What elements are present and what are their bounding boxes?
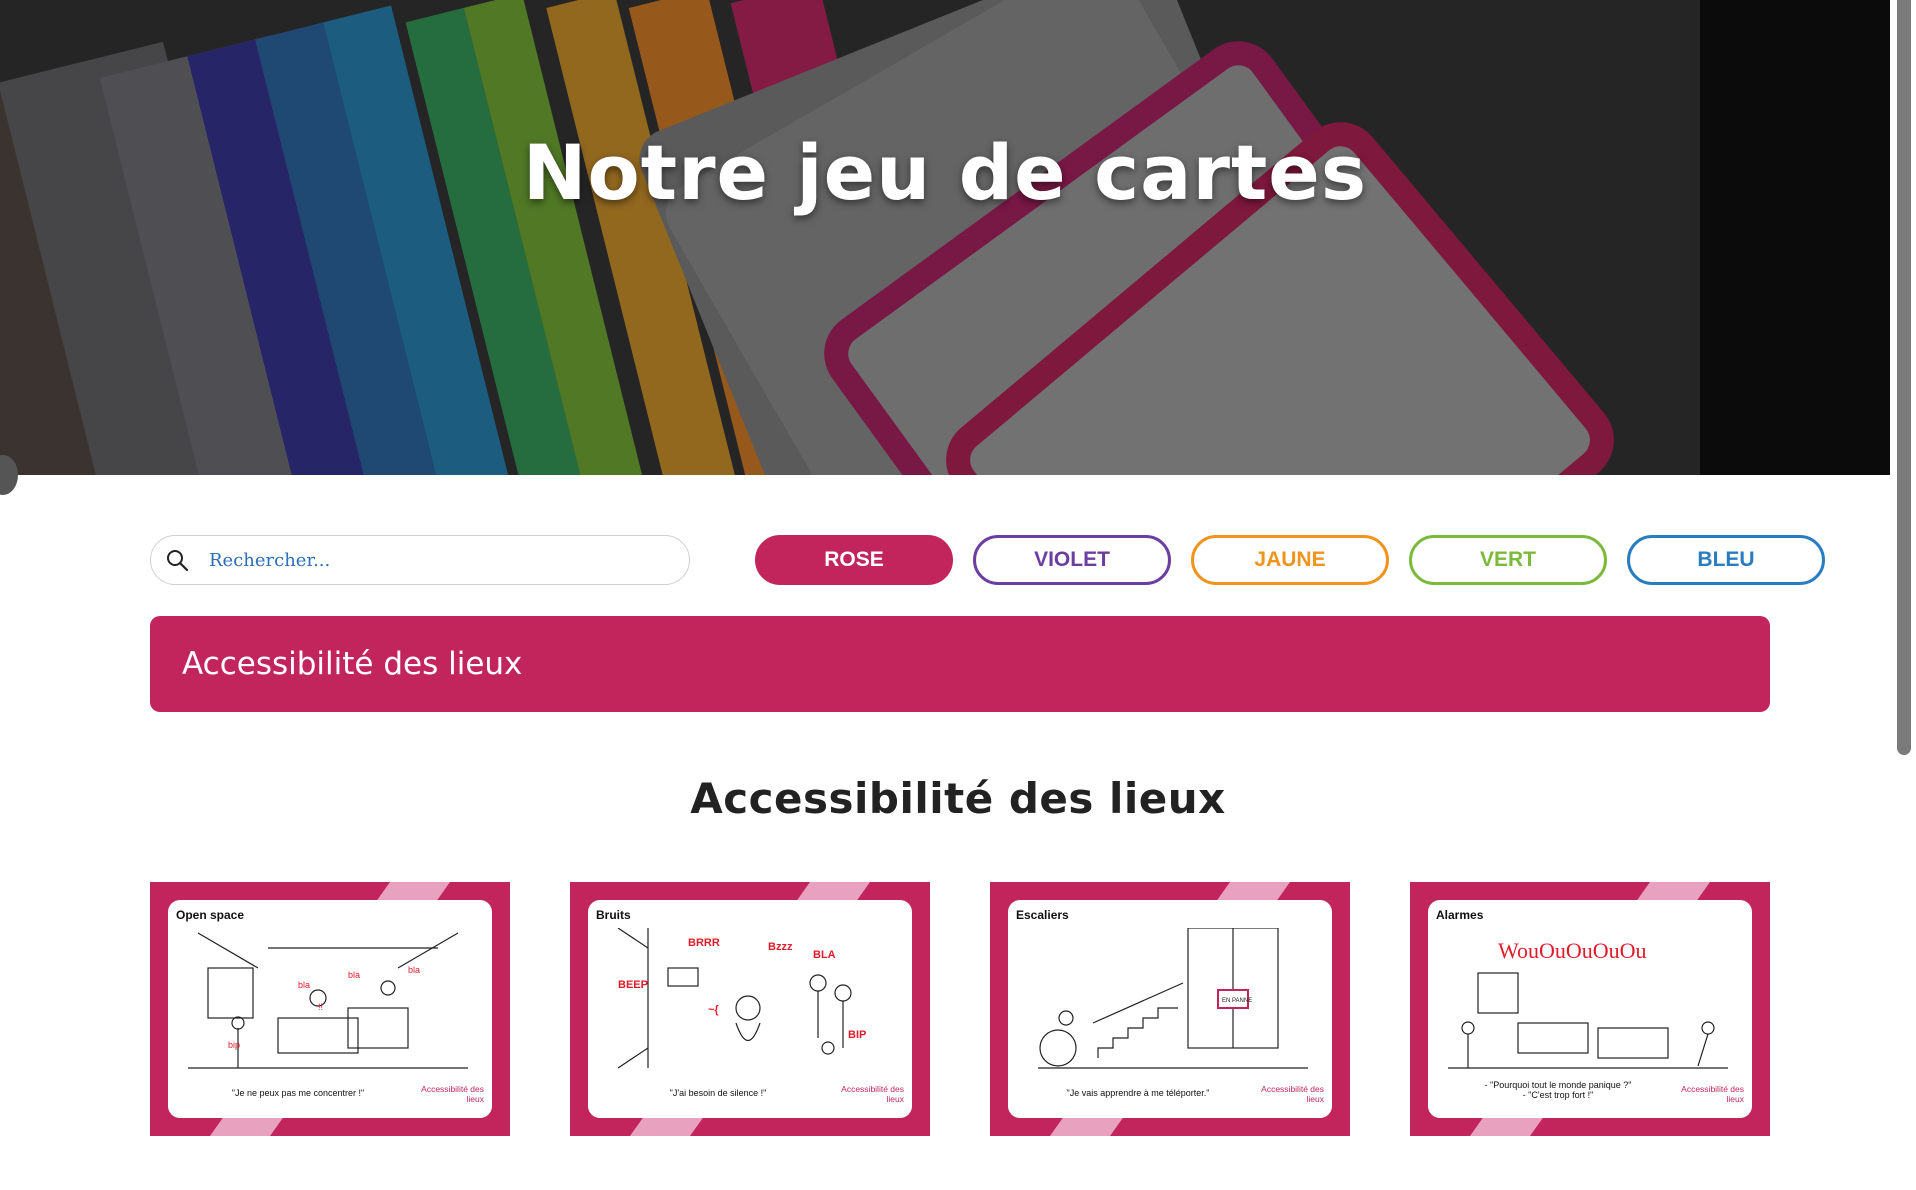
card-category: Accessibilité des lieux <box>841 1084 904 1104</box>
search-icon <box>167 550 189 572</box>
svg-text:bla: bla <box>298 980 310 990</box>
category-bar-label: Accessibilité des lieux <box>182 646 523 682</box>
hero-title: Notre jeu de cartes <box>522 128 1368 217</box>
card-title: Open space <box>176 908 245 922</box>
svg-text:~{: ~{ <box>708 1004 719 1016</box>
svg-text:BEEP: BEEP <box>618 979 648 991</box>
svg-text:BIP: BIP <box>848 1029 866 1041</box>
card-category: Accessibilité des lieux <box>1261 1084 1324 1104</box>
card-open-space[interactable]: Open space bla bla bla bip!! "Je ne peux p… <box>150 882 510 1136</box>
svg-text:bla: bla <box>408 965 420 975</box>
svg-text:BRRR: BRRR <box>688 937 720 949</box>
category-bar[interactable]: Accessibilité des lieux <box>150 616 1770 712</box>
svg-text:Bzzz: Bzzz <box>768 941 793 953</box>
card-title: Escaliers <box>1016 908 1069 922</box>
card-face: Escaliers EN PANNE "Je vais apprendre à … <box>1008 900 1332 1118</box>
open-space-illustration: bla bla bla bip!! <box>188 932 468 1069</box>
card-escaliers[interactable]: Escaliers EN PANNE "Je vais apprendre à … <box>990 882 1350 1136</box>
search-box[interactable] <box>150 535 690 585</box>
filter-vert-button[interactable]: VERT <box>1409 535 1607 585</box>
svg-text:bla: bla <box>348 970 360 980</box>
scrollbar-thumb[interactable] <box>1897 0 1911 755</box>
hero-cards-photo <box>0 0 1890 475</box>
filter-violet-button[interactable]: VIOLET <box>973 535 1171 585</box>
svg-text:bip: bip <box>228 1040 240 1050</box>
card-quote: "Je ne peux pas me concentrer !" <box>231 1088 365 1098</box>
section-title: Accessibilité des lieux <box>690 774 1226 823</box>
card-face: Open space bla bla bla bip!! "Je ne peux p… <box>168 900 492 1118</box>
svg-text:BLA: BLA <box>813 949 836 961</box>
svg-text:WouOuOuOuOu: WouOuOuOuOu <box>1498 938 1647 963</box>
card-quote: "J'ai besoin de silence !" <box>669 1088 767 1098</box>
filter-bleu-button[interactable]: BLEU <box>1627 535 1825 585</box>
alarmes-illustration: WouOuOuOuOu <box>1448 938 1728 1069</box>
card-alarmes[interactable]: Alarmes WouOuOuOuOu - "Pourquoi tout le … <box>1410 882 1770 1136</box>
card-face: Bruits BRRR Bzzz BEEP BLA BIP ~{ "J'ai besoi… <box>588 900 912 1118</box>
bruits-illustration: BRRR Bzzz BEEP BLA BIP ~{ <box>617 928 866 1069</box>
svg-text:!!: !! <box>318 1002 323 1012</box>
card-quote: "Je vais apprendre à me téléporter." <box>1066 1088 1210 1098</box>
card-face: Alarmes WouOuOuOuOu - "Pourquoi tout le … <box>1428 900 1752 1118</box>
filter-jaune-button[interactable]: JAUNE <box>1191 535 1389 585</box>
card-title: Bruits <box>596 908 631 922</box>
scrollbar[interactable] <box>1890 0 1916 1190</box>
escaliers-illustration: EN PANNE <box>1038 928 1308 1069</box>
card-category: Accessibilité des lieux <box>1681 1084 1744 1104</box>
card-title: Alarmes <box>1436 908 1484 922</box>
search-input[interactable] <box>209 540 649 580</box>
card-category: Accessibilité des lieux <box>421 1084 484 1104</box>
svg-text:EN PANNE: EN PANNE <box>1222 998 1252 1004</box>
card-quote: - "Pourquoi tout le monde panique ?" - "… <box>1484 1080 1632 1100</box>
hero-banner: Notre jeu de cartes <box>0 0 1890 475</box>
filter-rose-button[interactable]: ROSE <box>755 535 953 585</box>
card-bruits[interactable]: Bruits BRRR Bzzz BEEP BLA BIP ~{ "J'ai besoi… <box>570 882 930 1136</box>
